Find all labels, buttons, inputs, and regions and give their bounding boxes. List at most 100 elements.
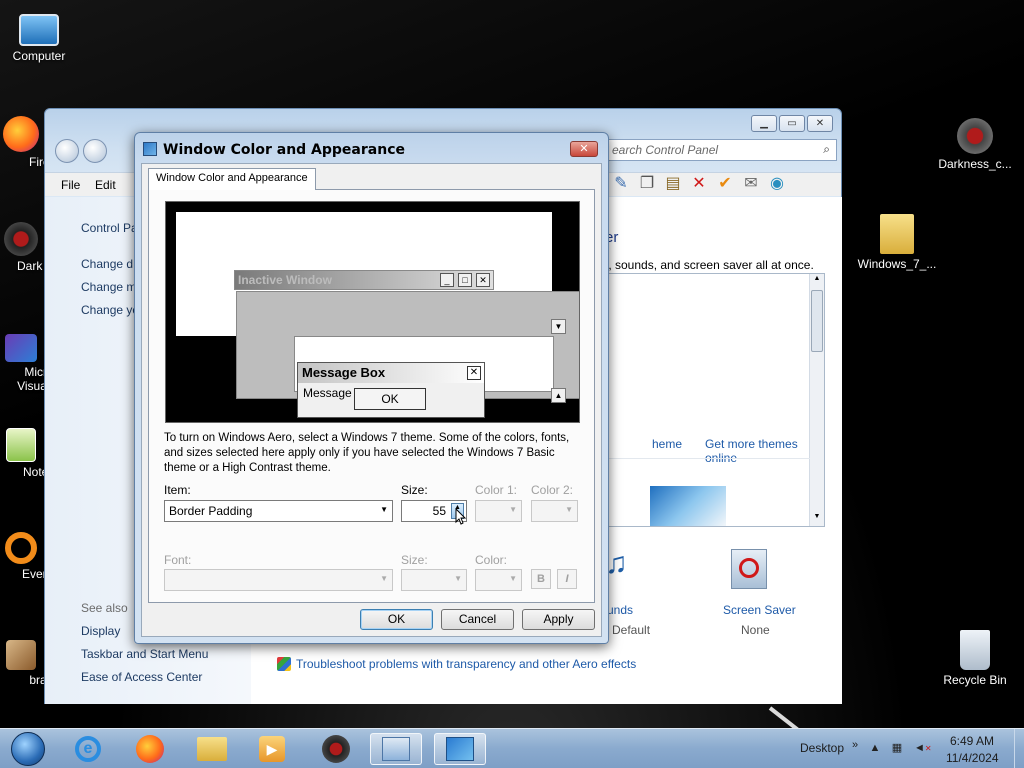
desktop-toolbar-label[interactable]: Desktop bbox=[800, 741, 844, 755]
chevron-double-right-icon[interactable]: » bbox=[848, 738, 862, 752]
divider bbox=[600, 458, 810, 459]
screen-saver-icon[interactable] bbox=[731, 549, 767, 589]
show-hidden-icons-icon[interactable]: ▲ bbox=[868, 741, 882, 755]
font-select[interactable]: ▼ bbox=[164, 569, 393, 591]
italic-button[interactable]: I bbox=[557, 569, 577, 589]
left-link-change-desktop[interactable]: Change d bbox=[81, 257, 133, 271]
themes-scrollbar[interactable]: ▲ ▼ bbox=[809, 274, 824, 526]
screen-saver-link[interactable]: Screen Saver bbox=[723, 603, 796, 617]
chevron-down-icon: ▼ bbox=[380, 505, 388, 514]
ok-button[interactable]: OK bbox=[360, 609, 433, 630]
scroll-up-arrow[interactable]: ▲ bbox=[811, 275, 823, 287]
scroll-thumb[interactable] bbox=[811, 290, 823, 352]
menu-file[interactable]: File bbox=[61, 178, 80, 192]
network-icon[interactable]: ▦ bbox=[890, 741, 904, 755]
globe-icon[interactable]: ◉ bbox=[767, 174, 787, 194]
clock-date[interactable]: 11/4/2024 bbox=[946, 751, 999, 765]
preview-ok-button: OK bbox=[354, 388, 426, 410]
themes-list[interactable]: ▲ ▼ heme Get more themes online bbox=[599, 273, 825, 527]
show-desktop-button[interactable] bbox=[1014, 729, 1024, 768]
menu-edit[interactable]: Edit bbox=[95, 178, 116, 192]
bold-button[interactable]: B bbox=[531, 569, 551, 589]
sounds-icon[interactable]: ♫ bbox=[605, 547, 645, 587]
minimize-button[interactable]: ▁ bbox=[751, 115, 777, 132]
tab-panel: Inactive Window _ □ ✕ ▼ ▲ Message Box ✕ … bbox=[148, 189, 595, 603]
back-button[interactable] bbox=[55, 139, 79, 163]
maximize-button[interactable]: ▭ bbox=[779, 115, 805, 132]
internet-explorer-icon: e bbox=[75, 736, 101, 762]
theme-link[interactable]: heme bbox=[652, 437, 682, 451]
preview-message-box-title: Message Box bbox=[298, 363, 484, 383]
desktop-icon-folder[interactable]: Windows_7_... bbox=[852, 214, 942, 271]
desktop-icon-label: Windows_7_... bbox=[857, 257, 937, 271]
see-also-ease-of-access[interactable]: Ease of Access Center bbox=[81, 670, 202, 684]
desktop-icon-computer[interactable]: Computer bbox=[0, 10, 84, 63]
dialog-body: Window Color and Appearance Inactive Win… bbox=[141, 163, 602, 637]
start-button[interactable] bbox=[2, 732, 54, 766]
toolbar: ✎ ❐ ▤ ✕ ✔ ✉ ◉ bbox=[605, 172, 841, 196]
notepad-icon bbox=[6, 428, 36, 462]
paste-icon[interactable]: ▤ bbox=[663, 174, 683, 194]
see-also-taskbar[interactable]: Taskbar and Start Menu bbox=[81, 647, 208, 661]
window-caption-buttons: ▁ ▭ ✕ bbox=[751, 115, 833, 132]
taskbar-media-player[interactable]: ▶ bbox=[246, 733, 298, 765]
taskbar-control-panel[interactable] bbox=[370, 733, 422, 765]
forward-button[interactable] bbox=[83, 139, 107, 163]
left-link-change-mouse[interactable]: Change m bbox=[81, 280, 136, 294]
close-button[interactable]: ✕ bbox=[807, 115, 833, 132]
color1-label: Color 1: bbox=[475, 483, 518, 497]
delete-icon[interactable]: ✕ bbox=[689, 174, 709, 194]
taskbar-explorer[interactable] bbox=[186, 733, 238, 765]
brave-icon bbox=[6, 640, 36, 670]
font-color-picker[interactable]: ▼ bbox=[475, 569, 522, 591]
check-icon[interactable]: ✔ bbox=[715, 174, 735, 194]
item-select[interactable]: Border Padding ▼ bbox=[164, 500, 393, 522]
preview-minimize-icon: _ bbox=[440, 273, 454, 287]
color1-picker[interactable]: ▼ bbox=[475, 500, 522, 522]
dialog-title: Window Color and Appearance bbox=[163, 142, 405, 158]
dark-chrome-icon bbox=[4, 222, 38, 256]
folder-icon bbox=[880, 214, 914, 254]
copy-icon[interactable]: ❐ bbox=[637, 174, 657, 194]
email-icon[interactable]: ✉ bbox=[741, 174, 761, 194]
tab-window-color-appearance[interactable]: Window Color and Appearance bbox=[148, 168, 316, 190]
desktop-icon-darkness[interactable]: Darkness_c... bbox=[930, 118, 1020, 171]
scroll-down-arrow[interactable]: ▼ bbox=[811, 513, 823, 525]
size-value: 55 bbox=[432, 504, 446, 518]
clock-time[interactable]: 6:49 AM bbox=[950, 734, 994, 748]
apply-button[interactable]: Apply bbox=[522, 609, 595, 630]
search-input[interactable]: earch Control Panel ⌕ bbox=[605, 139, 837, 161]
aero-info-text: To turn on Windows Aero, select a Window… bbox=[164, 432, 570, 474]
cancel-button[interactable]: Cancel bbox=[441, 609, 514, 630]
firefox-icon bbox=[136, 735, 164, 763]
chevron-down-icon: ▼ bbox=[454, 574, 462, 583]
desktop-icon-recycle-bin[interactable]: Recycle Bin bbox=[930, 630, 1020, 687]
taskbar-firefox[interactable] bbox=[124, 733, 176, 765]
sounds-link[interactable]: unds bbox=[607, 603, 633, 617]
taskbar-internet-explorer[interactable]: e bbox=[62, 733, 114, 765]
volume-muted-icon[interactable]: ◄✕ bbox=[914, 741, 932, 755]
paint-icon[interactable]: ✎ bbox=[611, 174, 631, 194]
get-more-themes-link[interactable]: Get more themes online bbox=[705, 437, 824, 465]
color2-picker[interactable]: ▼ bbox=[531, 500, 578, 522]
preview-scroll-up-icon: ▲ bbox=[551, 388, 566, 403]
font-size-select[interactable]: ▼ bbox=[401, 569, 467, 591]
desktop-icon-label: Recycle Bin bbox=[943, 673, 1007, 687]
screen-saver-value: None bbox=[741, 623, 770, 637]
search-icon[interactable]: ⌕ bbox=[823, 142, 830, 157]
appearance-preview[interactable]: Inactive Window _ □ ✕ ▼ ▲ Message Box ✕ … bbox=[165, 201, 580, 423]
theme-thumbnail[interactable] bbox=[650, 486, 726, 526]
troubleshoot-link[interactable]: Troubleshoot problems with transparency … bbox=[296, 657, 636, 671]
left-link-change-account[interactable]: Change yo bbox=[81, 303, 139, 317]
taskbar-personalization[interactable] bbox=[434, 733, 486, 765]
dialog-close-button[interactable]: ✕ bbox=[570, 141, 598, 157]
see-also-display[interactable]: Display bbox=[81, 624, 120, 638]
left-link-control-panel[interactable]: Control Pa bbox=[81, 221, 138, 235]
shield-icon bbox=[277, 657, 291, 671]
mouse-cursor-icon bbox=[455, 507, 467, 525]
desktop-icon-label: Darkness_c... bbox=[938, 157, 1012, 171]
chevron-down-icon: ▼ bbox=[565, 505, 573, 514]
dark-chrome-icon bbox=[322, 735, 350, 763]
taskbar-dark-chrome[interactable] bbox=[310, 733, 362, 765]
wallpaper-streak bbox=[768, 706, 819, 728]
